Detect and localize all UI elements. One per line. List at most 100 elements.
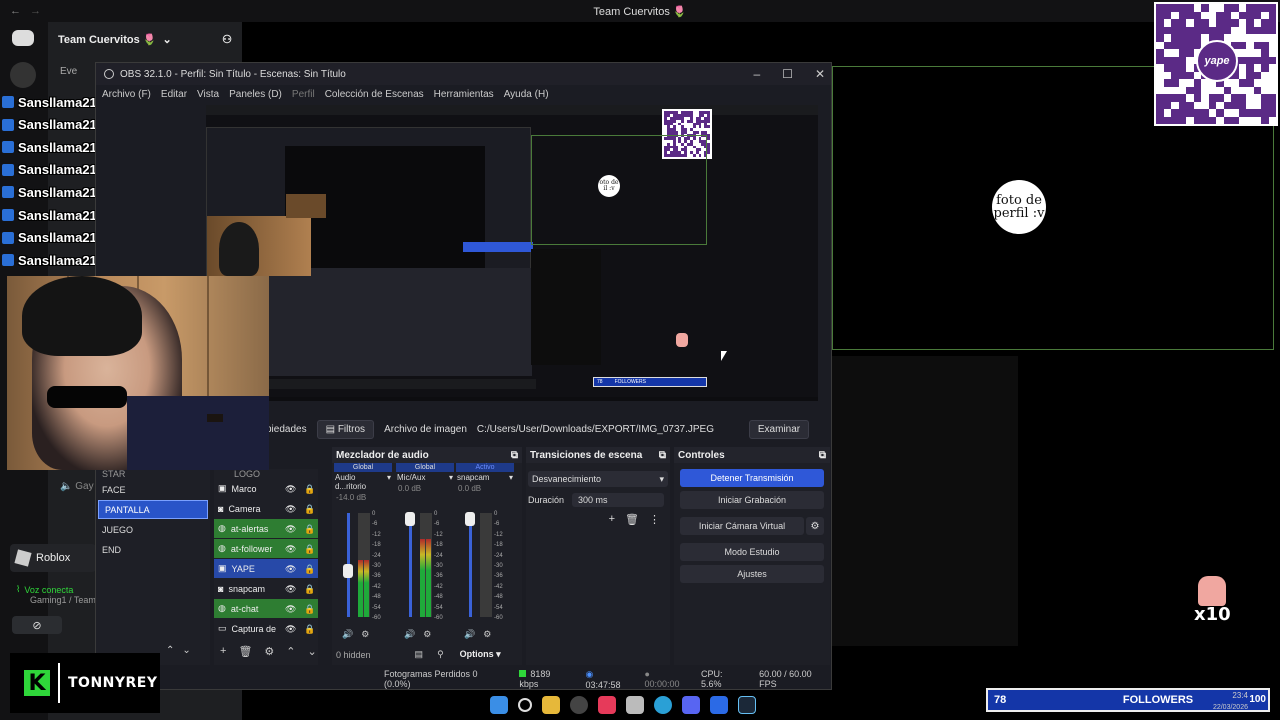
move-down-icon[interactable]: ⌄ [182,645,190,656]
source-item-at-chat[interactable]: ◍ at-chat 👁 🔒 [214,599,318,618]
options-button[interactable]: Options ▾ [460,649,501,660]
studio-mode-button[interactable]: Modo Estudio [680,543,824,561]
music-app-icon[interactable] [598,696,616,714]
source-item-at-follower[interactable]: ◍ at-follower 👁 🔒 [214,539,318,558]
menu-item-2[interactable]: Vista [197,89,219,100]
channel-settings-icon[interactable]: ⚙ [483,629,491,640]
scene-item-face[interactable]: FACE [96,480,210,499]
eye-icon[interactable]: 👁 [285,604,296,614]
source-down-icon[interactable]: ⌄ [308,645,317,658]
settings-button[interactable]: Ajustes [680,565,824,583]
edge-icon[interactable] [654,696,672,714]
menu-item-4[interactable]: Perfil [292,89,315,100]
channel-settings-icon[interactable]: ⚙ [361,629,369,640]
source-item-yape[interactable]: ▣ YAPE 👁 🔒 [214,559,318,578]
server-header[interactable]: Team Cuervitos 🌷 ⌄ ⚇ [50,26,238,52]
lock-icon[interactable]: 🔒 [304,544,315,554]
eye-icon[interactable]: 👁 [285,544,296,554]
menu-item-7[interactable]: Ayuda (H) [504,89,549,100]
menu-item-6[interactable]: Herramientas [434,89,494,100]
source-item-at-alertas[interactable]: ◍ at-alertas 👁 🔒 [214,519,318,538]
channel-select[interactable]: Mic/Aux ▾ [394,473,456,482]
source-item-captura-de[interactable]: ▭ Captura de 👁 🔒 [214,619,318,638]
dock-float-icon[interactable]: ⧉ [819,450,826,461]
source-item-snapcam[interactable]: ◙ snapcam 👁 🔒 [214,579,318,598]
scene-item-juego[interactable]: JUEGO [96,520,210,539]
menu-item-5[interactable]: Colección de Escenas [325,89,424,100]
file-explorer-icon[interactable] [542,696,560,714]
lock-icon[interactable]: 🔒 [304,484,315,494]
lock-icon[interactable]: 🔒 [304,524,315,534]
mixer-link-icon[interactable]: ⚲ [437,649,444,660]
channel-settings-icon[interactable]: ⚙ [423,629,431,640]
scene-item-pantalla[interactable]: PANTALLA [98,500,208,519]
volume-slider-knob[interactable] [405,512,415,527]
eye-icon[interactable]: 👁 [285,504,296,514]
discord-home-icon[interactable] [12,30,34,46]
voice-user-row[interactable]: 🔈 Gay [60,481,94,492]
eye-icon[interactable]: 👁 [285,564,296,574]
lock-icon[interactable]: 🔒 [304,624,315,634]
menu-item-0[interactable]: Archivo (F) [102,89,151,100]
activity-card[interactable]: Roblox [10,544,96,572]
lock-icon[interactable]: 🔒 [304,504,315,514]
source-settings-icon[interactable]: ⚙ [264,645,274,658]
source-item-camera[interactable]: ◙ Camera 👁 🔒 [214,499,318,518]
lock-icon[interactable]: 🔒 [304,564,315,574]
volume-slider-knob[interactable] [465,512,475,527]
browse-button[interactable]: Examinar [748,419,810,439]
add-member-icon[interactable]: ⚇ [222,33,232,46]
source-item-marco[interactable]: ▣ Marco 👁 🔒 [214,479,318,498]
transition-select[interactable]: Desvanecimiento ▾ [528,471,668,487]
start-virtual-cam-button[interactable]: Iniciar Cámara Virtual [680,517,804,535]
channel-select[interactable]: snapcam ▾ [454,473,516,482]
virtual-cam-settings-icon[interactable]: ⚙ [806,517,824,535]
eye-icon[interactable]: 👁 [285,624,296,634]
dock-float-icon[interactable]: ⧉ [659,450,666,461]
eye-icon[interactable]: 👁 [285,584,296,594]
eye-icon[interactable]: 👁 [285,524,296,534]
mixer-layout-icon[interactable]: ▤ [415,649,424,660]
back-arrow-icon[interactable]: ← [10,5,21,17]
maximize-icon[interactable]: ☐ [782,67,793,81]
menu-item-1[interactable]: Editar [161,89,187,100]
stop-stream-button[interactable]: Detener Transmisión [680,469,824,487]
scene-item-partial[interactable]: STAR [96,469,210,479]
properties-button[interactable]: piedades [266,424,307,435]
steam-icon[interactable] [738,696,756,714]
scene-item-end[interactable]: END [96,540,210,559]
lock-icon[interactable]: 🔒 [304,584,315,594]
menu-item-3[interactable]: Paneles (D) [229,89,282,100]
close-icon[interactable]: ✕ [815,67,825,81]
mute-speaker-icon[interactable]: 🔊 [464,629,475,640]
add-transition-icon[interactable]: + [609,513,615,526]
delete-transition-icon[interactable]: 🗑 [625,513,639,526]
obs-app-icon[interactable] [570,696,588,714]
volume-slider-knob[interactable] [343,564,353,579]
source-up-icon[interactable]: ⌃ [286,645,295,658]
server-icon[interactable] [10,62,36,88]
volume-slider-track[interactable] [409,513,412,617]
delete-source-icon[interactable]: 🗑 [238,645,252,658]
minimize-icon[interactable]: – [753,67,760,81]
store-app-icon[interactable] [710,696,728,714]
volume-slider-track[interactable] [469,513,472,617]
windows-start-icon[interactable] [490,696,508,714]
source-item-partial[interactable]: LOGO [214,469,318,479]
start-recording-button[interactable]: Iniciar Grabación [680,491,824,509]
move-up-icon[interactable]: ⌃ [166,645,174,656]
filters-button[interactable]: ▤ Filtros [316,419,375,439]
duration-input[interactable]: 300 ms [572,493,665,507]
events-channel[interactable]: Eve [60,66,77,77]
more-icon[interactable]: ⋮ [649,513,660,526]
discord-app-icon[interactable] [682,696,700,714]
mute-speaker-icon[interactable]: 🔊 [404,629,415,640]
photos-app-icon[interactable] [626,696,644,714]
channel-select[interactable]: Audio d...ritorio ▾ [332,473,394,491]
lock-icon[interactable]: 🔒 [304,604,315,614]
forward-arrow-icon[interactable]: → [30,5,41,17]
camera-off-button[interactable]: ⊘ [12,616,62,634]
search-icon[interactable] [518,698,532,712]
mute-speaker-icon[interactable]: 🔊 [342,629,353,640]
eye-icon[interactable]: 👁 [285,484,296,494]
